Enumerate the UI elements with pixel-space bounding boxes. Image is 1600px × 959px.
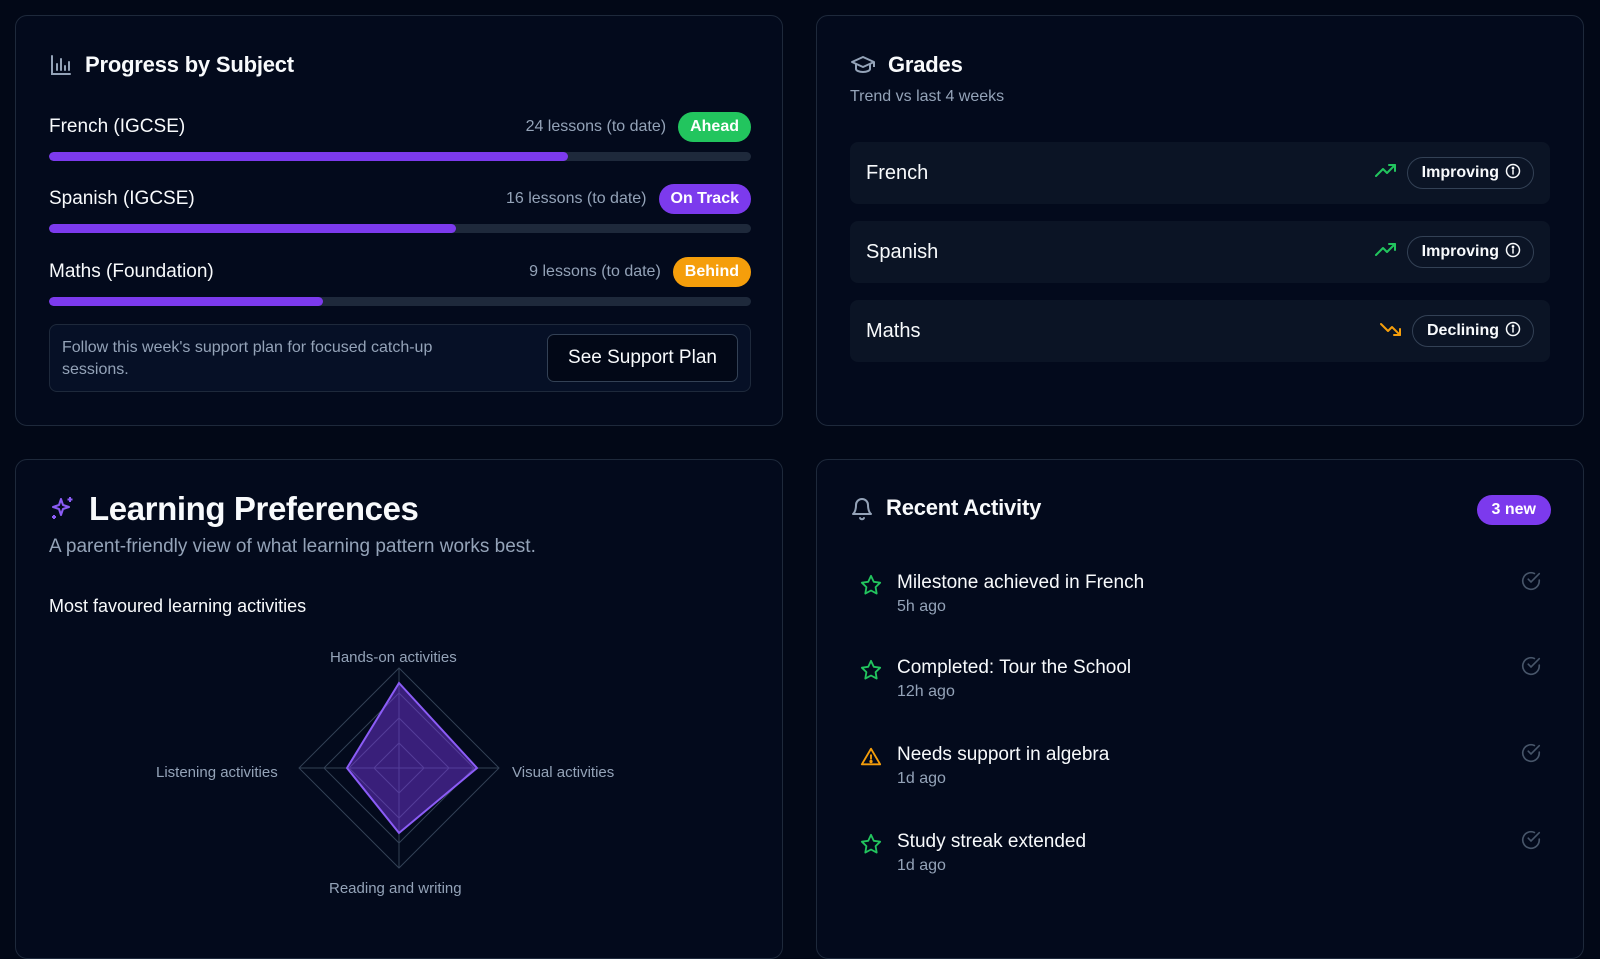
activity-title: Recent Activity [886, 495, 1042, 520]
star-icon [860, 574, 882, 601]
graduation-cap-icon [850, 53, 876, 77]
radar-axis-label: Hands-on activities [330, 649, 457, 666]
bell-icon [850, 495, 874, 521]
grades-subtitle: Trend vs last 4 weeks [850, 88, 1005, 105]
grade-subject: Maths [866, 319, 921, 342]
activity-item[interactable]: Study streak extended 1d ago [850, 823, 1552, 883]
activity-time: 12h ago [897, 683, 955, 700]
progress-card: Progress by Subject French (IGCSE) 24 le… [15, 15, 783, 426]
activity-item[interactable]: Completed: Tour the School 12h ago [850, 649, 1552, 709]
activity-time: 1d ago [897, 857, 946, 874]
trend-pill[interactable]: Declining [1411, 315, 1534, 347]
activity-title: Needs support in algebra [897, 744, 1110, 765]
support-plan-box: Follow this week's support plan for focu… [49, 324, 751, 392]
subject-name: Spanish (IGCSE) [49, 188, 195, 209]
progress-bar-fill [49, 224, 457, 233]
progress-header: Progress by Subject [49, 52, 294, 78]
progress-title: Progress by Subject [85, 52, 294, 77]
radar-axis-label: Listening activities [156, 764, 278, 781]
trend-pill[interactable]: Improving [1406, 236, 1534, 268]
trend-label: Declining [1426, 322, 1499, 339]
see-support-plan-button[interactable]: See Support Plan [547, 334, 738, 382]
progress-bar-fill [49, 297, 323, 306]
lessons-count: 9 lessons (to date) [529, 263, 661, 280]
progress-bar [49, 152, 751, 161]
grade-subject: Spanish [866, 240, 939, 263]
star-icon [860, 659, 882, 686]
trending-down-icon [1379, 321, 1402, 342]
lessons-count: 16 lessons (to date) [505, 190, 647, 207]
grade-row-french: French Improving [850, 142, 1550, 204]
learning-preferences-card: Learning Preferences A parent-friendly v… [15, 459, 783, 959]
trend-label: Improving [1421, 243, 1499, 260]
mark-read-check-icon[interactable] [1520, 829, 1542, 856]
radar-axis-label: Visual activities [512, 764, 615, 781]
info-icon[interactable] [1505, 321, 1521, 342]
grade-subject: French [866, 161, 929, 184]
activity-time: 1d ago [897, 770, 946, 787]
grade-row-maths: Maths Declining [850, 300, 1550, 362]
star-icon [860, 833, 882, 860]
activity-header: Recent Activity [850, 495, 1041, 521]
radar-axis-label: Reading and writing [329, 880, 462, 897]
progress-bar [49, 297, 751, 306]
trending-up-icon [1374, 163, 1397, 184]
sparkles-icon [49, 495, 77, 523]
grades-card: Grades Trend vs last 4 weeks French Impr… [816, 15, 1584, 426]
progress-bar [49, 224, 751, 233]
info-icon[interactable] [1505, 242, 1521, 263]
trend-pill[interactable]: Improving [1406, 157, 1534, 189]
activity-item[interactable]: Milestone achieved in French 5h ago [850, 564, 1552, 624]
activity-time: 5h ago [897, 598, 946, 615]
grades-title: Grades [888, 52, 963, 77]
status-badge: On Track [658, 184, 751, 214]
mark-read-check-icon[interactable] [1520, 570, 1542, 597]
status-badge: Ahead [678, 112, 751, 142]
mark-read-check-icon[interactable] [1520, 655, 1542, 682]
support-text: Follow this week's support plan for focu… [62, 339, 433, 378]
recent-activity-card: Recent Activity 3 new Milestone achieved… [816, 459, 1584, 959]
subject-spanish: Spanish (IGCSE) 16 lessons (to date) On … [49, 183, 751, 233]
info-icon[interactable] [1505, 163, 1521, 184]
grade-row-spanish: Spanish Improving [850, 221, 1550, 283]
bar-chart-icon [49, 53, 73, 77]
grades-header: Grades [850, 52, 963, 78]
progress-bar-fill [49, 152, 569, 161]
activity-title: Study streak extended [897, 831, 1087, 852]
preferences-title: Learning Preferences [89, 490, 419, 527]
mark-read-check-icon[interactable] [1520, 742, 1542, 769]
preferences-header: Learning Preferences [49, 490, 419, 528]
activity-title: Completed: Tour the School [897, 657, 1132, 678]
new-count-badge: 3 new [1476, 495, 1551, 525]
lessons-count: 24 lessons (to date) [525, 118, 667, 135]
preferences-subtitle: A parent-friendly view of what learning … [49, 536, 536, 557]
trend-label: Improving [1421, 164, 1499, 181]
warning-icon [860, 746, 882, 773]
subject-french: French (IGCSE) 24 lessons (to date) Ahea… [49, 111, 751, 161]
subject-name: Maths (Foundation) [49, 261, 214, 282]
status-badge: Behind [672, 257, 751, 287]
trending-up-icon [1374, 242, 1397, 263]
activity-title: Milestone achieved in French [897, 572, 1145, 593]
subject-name: French (IGCSE) [49, 116, 186, 137]
activity-item[interactable]: Needs support in algebra 1d ago [850, 736, 1552, 796]
subject-maths: Maths (Foundation) 9 lessons (to date) B… [49, 256, 751, 306]
